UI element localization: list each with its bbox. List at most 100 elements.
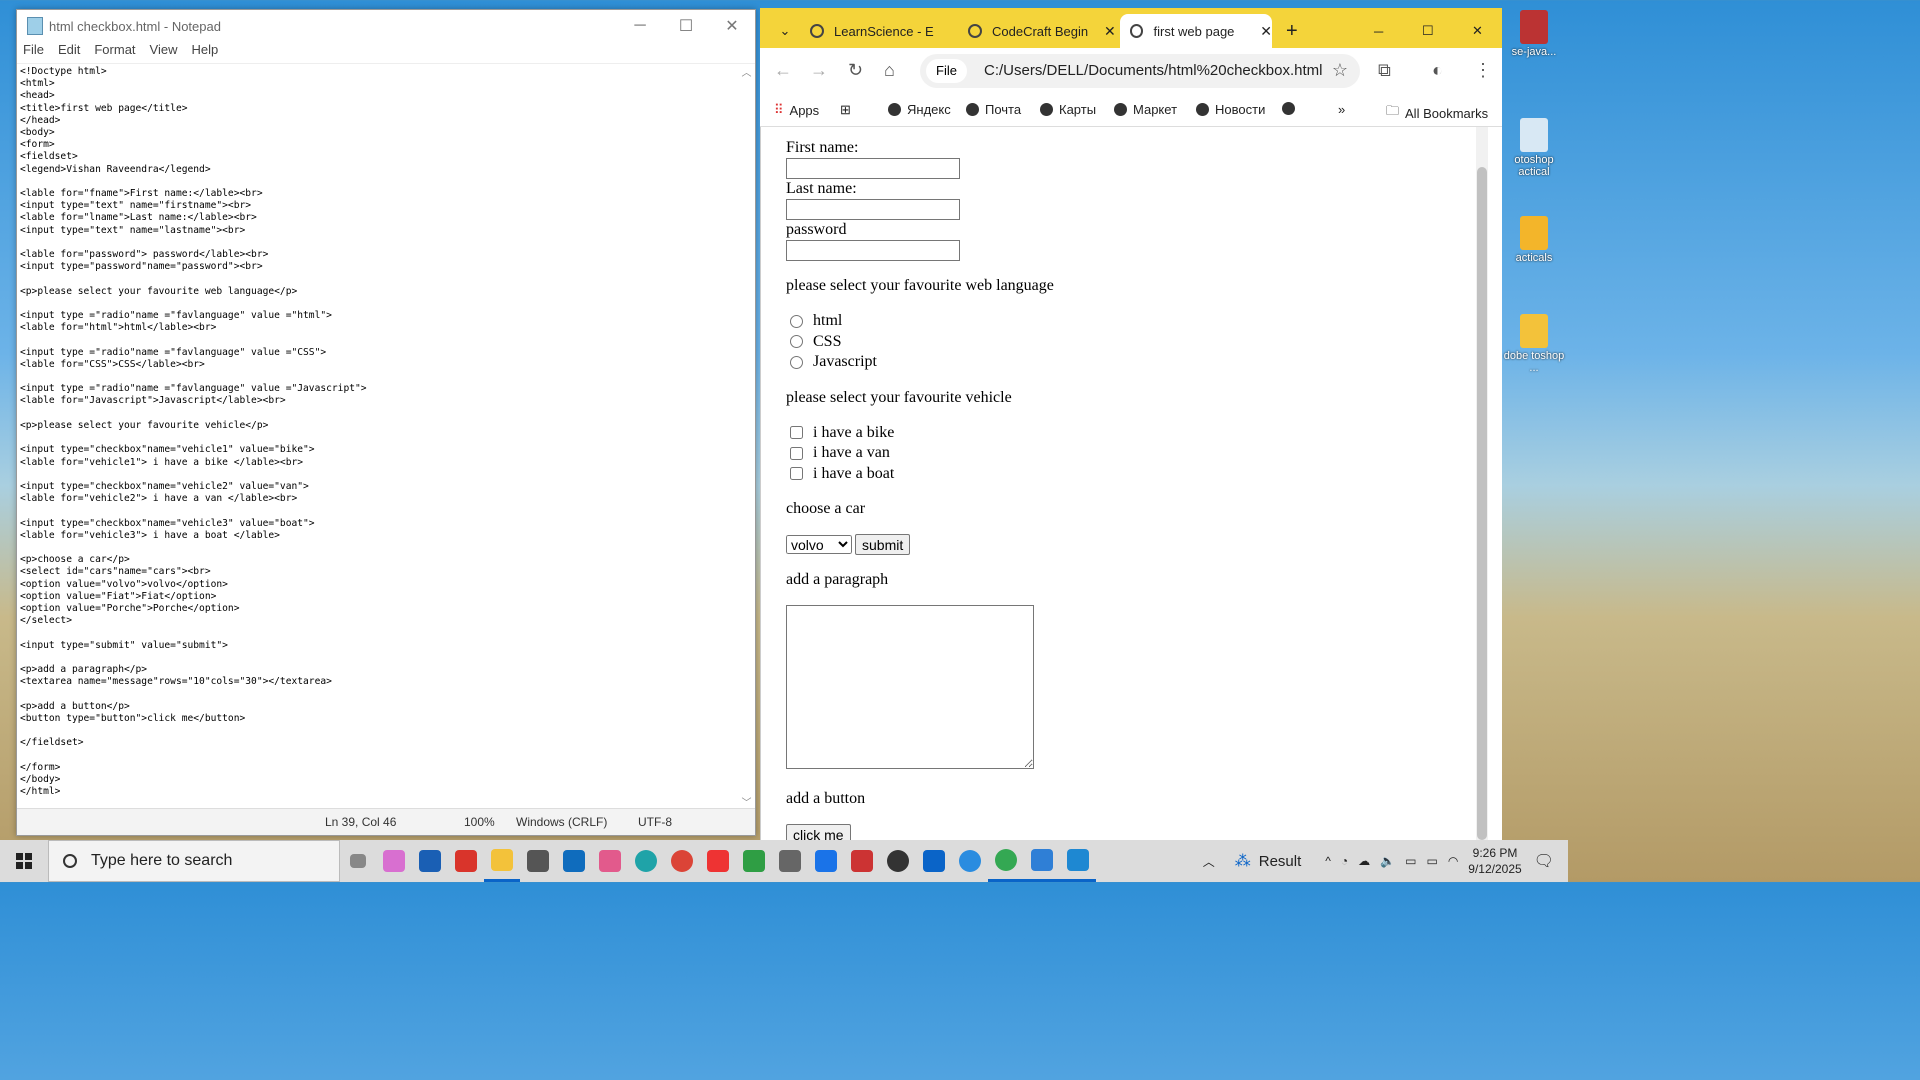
calculator-icon[interactable] — [520, 840, 556, 882]
yandex-icon[interactable] — [700, 840, 736, 882]
notepad-scrollbar[interactable]: ︿ ﹀ — [738, 64, 755, 809]
menu-help[interactable]: Help — [191, 42, 218, 62]
chrome-minimize-button[interactable]: ─ — [1374, 14, 1383, 48]
scroll-thumb[interactable] — [1477, 167, 1487, 840]
bookmark-star-icon[interactable]: ☆ — [1332, 60, 1348, 81]
minimize-button[interactable]: ─ — [617, 10, 663, 42]
snipping-icon[interactable] — [592, 840, 628, 882]
submit-button[interactable]: submit — [855, 534, 911, 555]
notepad-editor[interactable]: <!Doctype html> <html> <head> <title>fir… — [17, 63, 755, 809]
desktop-icon-3[interactable]: acticals — [1502, 216, 1566, 264]
app-gray-icon[interactable] — [772, 840, 808, 882]
network-icon[interactable]: ◔ — [1341, 854, 1348, 868]
menu-format[interactable]: Format — [94, 42, 135, 62]
edge-icon[interactable] — [628, 840, 664, 882]
close-button[interactable]: ✕ — [709, 10, 755, 42]
desktop-icon-2[interactable]: otoshop actical — [1502, 118, 1566, 178]
outlook-new-icon[interactable] — [556, 840, 592, 882]
checkbox-boat[interactable] — [790, 467, 803, 481]
radio-javascript[interactable] — [790, 355, 803, 369]
display-icon[interactable]: ▭ — [1405, 854, 1416, 868]
chrome-icon[interactable] — [664, 840, 700, 882]
taskbar: Type here to search ︿ ⁂ Result ^ ◔ ☁ 🔈 ▭… — [0, 840, 1568, 882]
reload-button[interactable]: ↻ — [848, 60, 863, 81]
forward-button[interactable]: → — [810, 60, 828, 81]
page-scrollbar[interactable] — [1476, 127, 1488, 840]
notepad-title: html checkbox.html - Notepad — [49, 18, 221, 34]
tab-search-button[interactable]: ⌄ — [770, 14, 800, 48]
home-button[interactable]: ⌂ — [884, 60, 895, 81]
app-orb-icon[interactable] — [880, 840, 916, 882]
checkbox-van[interactable] — [790, 446, 803, 460]
new-tab-button[interactable]: + — [1286, 14, 1298, 48]
bookmark-karty[interactable]: Карты — [1040, 102, 1096, 117]
last-name-input[interactable] — [786, 199, 960, 220]
code-text[interactable]: <!Doctype html> <html> <head> <title>fir… — [20, 66, 367, 798]
wifi-icon[interactable]: ◠ — [1448, 854, 1458, 868]
menu-icon[interactable]: ⋮ — [1474, 60, 1492, 81]
app-blue-icon[interactable] — [952, 840, 988, 882]
car-select[interactable]: volvo — [786, 535, 852, 554]
more-bookmarks-icon[interactable]: » — [1338, 102, 1345, 117]
bookmark-globe[interactable] — [1282, 102, 1301, 115]
profile-avatar[interactable]: ◐ — [1432, 60, 1443, 81]
clock[interactable]: 9:26 PM 9/12/2025 — [1468, 845, 1521, 877]
menu-edit[interactable]: Edit — [58, 42, 80, 62]
chrome-maximize-button[interactable]: ☐ — [1422, 14, 1434, 48]
outlook-icon[interactable] — [412, 840, 448, 882]
desktop-icon-1[interactable]: se-java... — [1502, 10, 1566, 58]
chrome-close-button[interactable]: ✕ — [1472, 14, 1483, 48]
battery-icon[interactable]: ▭ — [1426, 854, 1437, 868]
chevron-up-icon[interactable]: ︿ — [1203, 853, 1215, 870]
grid-icon[interactable]: ⊞ — [840, 102, 851, 118]
cloud-icon[interactable]: ☁ — [1358, 854, 1370, 868]
tab-first-web-page[interactable]: first web page ✕ — [1120, 14, 1272, 48]
radio-css[interactable] — [790, 335, 803, 349]
menu-view[interactable]: View — [150, 42, 178, 62]
taskbar-search[interactable]: Type here to search — [48, 840, 340, 882]
task-view-icon[interactable] — [340, 840, 376, 882]
close-tab-icon[interactable]: ✕ — [1260, 23, 1272, 40]
vscode-icon[interactable] — [1060, 840, 1096, 882]
tab-learnscience[interactable]: LearnScience - E — [800, 14, 934, 48]
file-explorer-icon[interactable] — [484, 840, 520, 882]
site-info-chip[interactable]: File — [926, 59, 967, 83]
maximize-button[interactable]: ☐ — [663, 10, 709, 42]
checkbox-bike[interactable] — [790, 426, 803, 440]
notifications-icon[interactable]: 🗨 — [1534, 851, 1554, 871]
globe-icon — [1040, 103, 1053, 116]
bookmark-apps[interactable]: ⠿ Apps — [774, 102, 819, 118]
chrome-running-icon[interactable] — [988, 840, 1024, 882]
all-bookmarks[interactable]: 🗀 All Bookmarks — [1386, 102, 1488, 124]
start-button[interactable] — [0, 840, 48, 882]
bookmark-yandex[interactable]: Яндекс — [888, 102, 951, 117]
weather-label[interactable]: Result — [1259, 853, 1302, 870]
bookmark-novosti[interactable]: Новости — [1196, 102, 1265, 117]
message-textarea[interactable] — [786, 605, 1034, 769]
copilot-icon[interactable] — [376, 840, 412, 882]
close-tab-icon[interactable]: ✕ — [1104, 23, 1116, 40]
back-button[interactable]: ← — [774, 60, 792, 81]
password-input[interactable] — [786, 240, 960, 261]
tab-codecraft[interactable]: CodeCraft Begin ✕ — [958, 14, 1116, 48]
menu-file[interactable]: File — [23, 42, 44, 62]
app-red-icon[interactable] — [448, 840, 484, 882]
app-arc-icon[interactable] — [916, 840, 952, 882]
desktop-icon-4[interactable]: dobe toshop ... — [1502, 314, 1566, 374]
bing-icon[interactable] — [808, 840, 844, 882]
app-tool-icon[interactable] — [844, 840, 880, 882]
weather-icon[interactable]: ⁂ — [1235, 851, 1251, 871]
volume-icon[interactable]: 🔈 — [1380, 854, 1395, 868]
extensions-icon[interactable]: ⧉ — [1378, 60, 1391, 81]
scroll-up-icon[interactable]: ︿ — [738, 64, 755, 79]
address-bar[interactable]: File C:/Users/DELL/Documents/html%20chec… — [920, 54, 1360, 88]
bookmark-market[interactable]: Маркет — [1114, 102, 1177, 117]
photos-icon[interactable] — [1024, 840, 1060, 882]
scroll-down-icon[interactable]: ﹀ — [738, 794, 755, 809]
first-name-input[interactable] — [786, 158, 960, 179]
bookmark-pochta[interactable]: Почта — [966, 102, 1021, 117]
tray-expand-icon[interactable]: ^ — [1325, 854, 1331, 868]
app-chart-icon[interactable] — [736, 840, 772, 882]
radio-html[interactable] — [790, 314, 803, 328]
url-text[interactable]: C:/Users/DELL/Documents/html%20checkbox.… — [984, 62, 1322, 79]
